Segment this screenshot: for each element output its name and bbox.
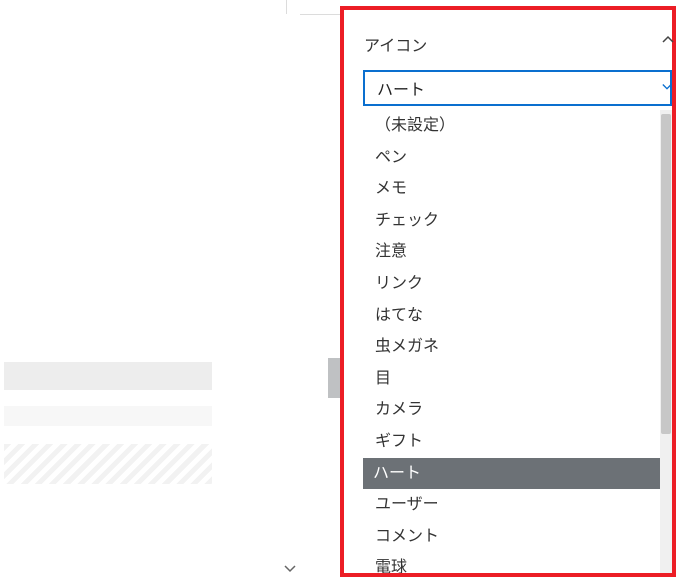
dropdown-option[interactable]: カメラ bbox=[363, 394, 660, 426]
dropdown-option[interactable]: リンク bbox=[363, 268, 660, 300]
chevron-down-icon bbox=[662, 79, 672, 97]
left-pane bbox=[0, 0, 300, 581]
section-title: アイコン bbox=[364, 32, 427, 56]
scrollbar-track[interactable] bbox=[660, 110, 672, 573]
icon-select-value: ハート bbox=[377, 76, 425, 100]
dropdown-option[interactable]: ギフト bbox=[363, 426, 660, 458]
chevron-up-icon[interactable] bbox=[662, 34, 674, 46]
dropdown-option[interactable]: 目 bbox=[363, 363, 660, 395]
dropdown-viewport: （未設定）ペンメモチェック注意リンクはてな虫メガネ目カメラギフトハートユーザーコ… bbox=[363, 110, 660, 573]
icon-select[interactable]: ハート bbox=[363, 70, 672, 106]
dropdown-option[interactable]: ユーザー bbox=[363, 489, 660, 521]
chevron-down-icon[interactable] bbox=[284, 563, 296, 575]
dropdown-option[interactable]: 注意 bbox=[363, 236, 660, 268]
highlight-frame: アイコン ハート （未設定）ペンメモチェック注意リンクはてな虫メガネ目カメラギフ… bbox=[340, 6, 676, 577]
settings-panel: アイコン ハート （未設定）ペンメモチェック注意リンクはてな虫メガネ目カメラギフ… bbox=[334, 0, 676, 577]
dropdown-option[interactable]: コメント bbox=[363, 521, 660, 553]
dropdown-option[interactable]: メモ bbox=[363, 173, 660, 205]
dropdown-option[interactable]: 虫メガネ bbox=[363, 331, 660, 363]
placeholder-strip bbox=[4, 362, 212, 390]
dropdown-option[interactable]: ペン bbox=[363, 142, 660, 174]
scrollbar-thumb[interactable] bbox=[661, 114, 671, 434]
dropdown-option[interactable]: （未設定） bbox=[363, 110, 660, 142]
dropdown-option[interactable]: チェック bbox=[363, 205, 660, 237]
dropdown-option[interactable]: 電球 bbox=[363, 552, 660, 573]
icon-select-dropdown: （未設定）ペンメモチェック注意リンクはてな虫メガネ目カメラギフトハートユーザーコ… bbox=[363, 106, 672, 573]
placeholder-hatched bbox=[4, 444, 212, 484]
dropdown-option[interactable]: はてな bbox=[363, 300, 660, 332]
placeholder-strip bbox=[4, 406, 212, 426]
dropdown-list: （未設定）ペンメモチェック注意リンクはてな虫メガネ目カメラギフトハートユーザーコ… bbox=[363, 110, 660, 573]
divider bbox=[286, 0, 287, 14]
dropdown-option[interactable]: ハート bbox=[363, 458, 660, 490]
